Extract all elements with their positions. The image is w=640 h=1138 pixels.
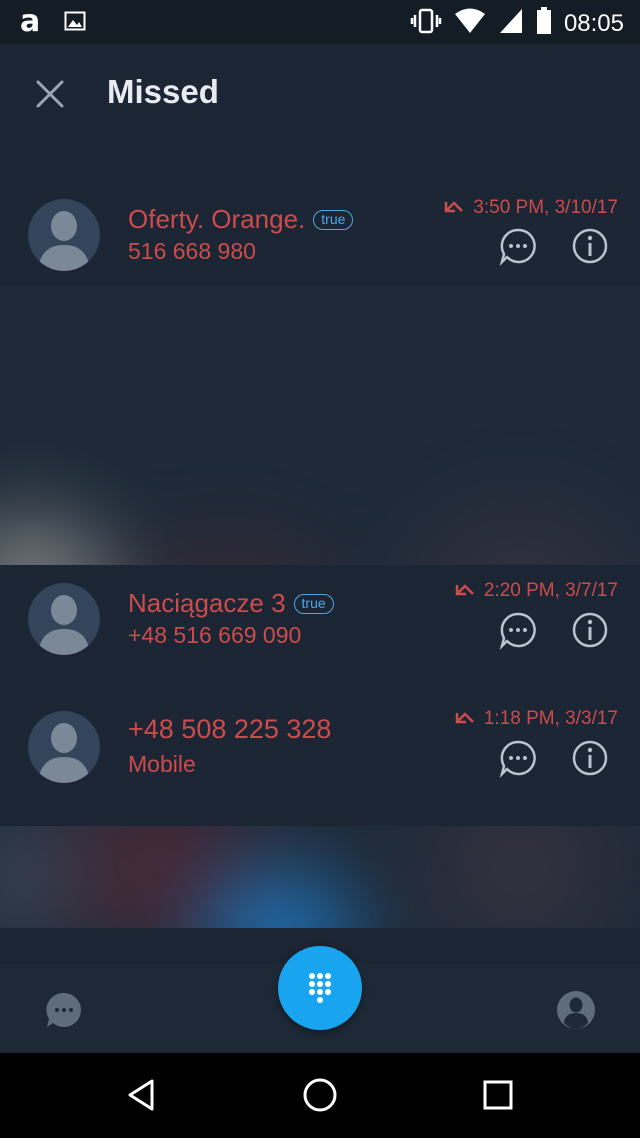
contact-name: Naciągacze 3 true [128, 588, 334, 619]
person-silhouette-icon [38, 595, 90, 655]
profile-icon [557, 991, 595, 1029]
contact-name: Oferty. Orange. true [128, 204, 354, 235]
true-badge: true [293, 593, 334, 614]
avatar [28, 711, 100, 783]
call-row[interactable]: +48 508 225 328 Mobile 1:18 PM, 3/3/17 [0, 688, 640, 825]
contact-type: Mobile [128, 751, 196, 777]
app-a-icon: a [18, 4, 48, 41]
missed-call-icon [455, 584, 474, 596]
call-row[interactable]: Naciągacze 3 true +48 516 669 090 2:20 P… [0, 566, 640, 688]
message-button[interactable] [498, 738, 538, 779]
blurred-banner [0, 287, 640, 565]
blurred-banner [0, 826, 640, 928]
recents-icon [483, 1080, 513, 1110]
app-bar: Missed [0, 44, 640, 142]
message-icon [499, 228, 536, 267]
message-icon [46, 992, 81, 1027]
back-icon [128, 1079, 154, 1111]
navigation-bar [0, 1053, 640, 1138]
vibrate-icon [410, 6, 442, 41]
home-icon [303, 1078, 337, 1112]
status-right-icons: 08:05 [410, 6, 624, 41]
contact-name-text: +48 508 225 328 [128, 714, 332, 744]
message-icon [499, 612, 536, 651]
contact-number: +48 516 669 090 [128, 622, 302, 648]
messages-tab-button[interactable] [44, 990, 84, 1030]
info-button[interactable] [570, 610, 610, 650]
svg-text:a: a [20, 6, 40, 36]
info-icon [572, 740, 608, 776]
call-time-text: 3:50 PM, 3/10/17 [473, 197, 618, 218]
list-top-spacer [0, 142, 640, 186]
close-icon [36, 80, 64, 108]
image-icon [64, 10, 86, 37]
battery-icon [536, 6, 552, 41]
info-icon [572, 228, 608, 264]
contact-number: 516 668 980 [128, 238, 256, 264]
message-button[interactable] [498, 610, 538, 651]
dialpad-icon [309, 973, 331, 1003]
recents-button[interactable] [478, 1075, 518, 1115]
contact-name-text: Naciągacze 3 [128, 588, 286, 618]
call-time: 1:18 PM, 3/3/17 [454, 708, 618, 730]
call-time-text: 2:20 PM, 3/7/17 [483, 580, 618, 601]
missed-call-icon [445, 201, 464, 213]
person-silhouette-icon [38, 211, 90, 271]
blurred-banner-content [0, 287, 640, 565]
status-left-icons: a [18, 4, 86, 41]
contact-name: +48 508 225 328 [128, 714, 331, 745]
info-button[interactable] [570, 738, 610, 778]
call-time: 3:50 PM, 3/10/17 [443, 197, 618, 219]
status-bar: a 08:05 [0, 0, 640, 44]
call-row[interactable]: Oferty. Orange. true 516 668 980 3:50 PM… [0, 186, 640, 286]
close-button[interactable] [30, 74, 70, 114]
call-time: 2:20 PM, 3/7/17 [454, 580, 618, 602]
avatar [28, 583, 100, 655]
info-icon [572, 612, 608, 648]
contact-name-text: Oferty. Orange. [128, 204, 306, 234]
profile-button[interactable] [556, 990, 596, 1030]
dialpad-button[interactable] [278, 946, 362, 1030]
signal-icon [498, 7, 524, 40]
avatar [28, 199, 100, 271]
call-time-text: 1:18 PM, 3/3/17 [483, 708, 618, 729]
missed-call-icon [455, 712, 474, 724]
message-icon [499, 740, 536, 779]
back-button[interactable] [122, 1075, 162, 1115]
person-silhouette-icon [38, 723, 90, 783]
wifi-icon [454, 7, 486, 40]
home-button[interactable] [300, 1075, 340, 1115]
true-badge: true [313, 209, 354, 230]
info-button[interactable] [570, 226, 610, 266]
status-time: 08:05 [563, 9, 624, 37]
message-button[interactable] [498, 226, 538, 267]
blurred-banner-content [0, 826, 640, 928]
page-title: Missed [107, 73, 219, 110]
